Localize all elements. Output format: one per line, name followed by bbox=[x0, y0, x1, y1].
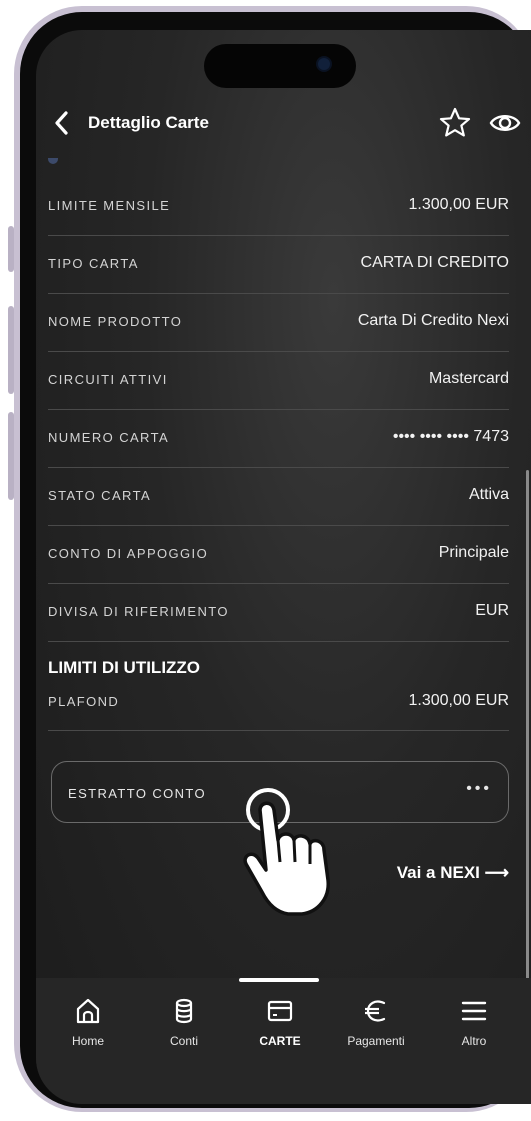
more-options-icon[interactable]: ••• bbox=[466, 780, 492, 798]
detail-value: Principale bbox=[438, 544, 509, 561]
detail-value: CARTA DI CREDITO bbox=[360, 254, 509, 271]
tab-label: Home bbox=[71, 1034, 104, 1048]
bottom-tab-bar: Home Conti CARTE Pagamenti Altro bbox=[36, 978, 531, 1104]
detail-row-tipo-carta: TIPO CARTA CARTA DI CREDITO bbox=[48, 236, 509, 294]
tab-label: Conti bbox=[169, 1034, 198, 1048]
camera-icon bbox=[318, 58, 330, 70]
detail-value: 1.300,00 EUR bbox=[408, 196, 509, 213]
dynamic-island bbox=[204, 44, 356, 88]
euro-icon bbox=[365, 1000, 386, 1022]
back-button[interactable] bbox=[50, 108, 76, 138]
card-details-list: LIMITE MENSILE 1.300,00 EUR TIPO CARTA C… bbox=[48, 178, 509, 642]
detail-row-nome-prodotto: NOME PRODOTTO Carta Di Credito Nexi bbox=[48, 294, 509, 352]
detail-row-limite-mensile: LIMITE MENSILE 1.300,00 EUR bbox=[48, 178, 509, 236]
detail-value: Mastercard bbox=[428, 370, 509, 387]
detail-value: Carta Di Credito Nexi bbox=[357, 312, 509, 329]
detail-label: DIVISA DI RIFERIMENTO bbox=[48, 604, 229, 619]
estratto-conto-label: ESTRATTO CONTO bbox=[68, 786, 207, 801]
section-title: LIMITI DI UTILIZZO bbox=[48, 658, 201, 677]
screen: Dettaglio Carte LIMITE MENSILE 1.300,00 … bbox=[36, 30, 531, 1104]
detail-value: •••• •••• •••• 7473 bbox=[392, 428, 509, 445]
carousel-indicator bbox=[48, 158, 58, 164]
menu-icon bbox=[461, 1001, 487, 1021]
detail-label: NUMERO CARTA bbox=[48, 430, 170, 445]
tab-label: CARTE bbox=[259, 1034, 301, 1048]
chevron-left-icon bbox=[55, 111, 68, 135]
tab-home[interactable]: Home bbox=[48, 996, 128, 1066]
tab-altro[interactable]: Altro bbox=[434, 996, 514, 1066]
nexi-link[interactable]: Vai a NEXI ⟶ bbox=[397, 863, 509, 883]
page-title: Dettaglio Carte bbox=[88, 113, 209, 132]
detail-row-conto-di-appoggio: CONTO DI APPOGGIO Principale bbox=[48, 526, 509, 584]
active-tab-indicator bbox=[239, 978, 319, 982]
side-button bbox=[8, 306, 14, 394]
tab-pagamenti[interactable]: Pagamenti bbox=[336, 996, 416, 1066]
detail-row-circuiti-attivi: CIRCUITI ATTIVI Mastercard bbox=[48, 352, 509, 410]
side-button bbox=[8, 226, 14, 272]
tab-label: Altro bbox=[461, 1034, 487, 1048]
detail-label: TIPO CARTA bbox=[48, 256, 139, 271]
detail-row-numero-carta: NUMERO CARTA •••• •••• •••• 7473 bbox=[48, 410, 509, 468]
tab-carte[interactable]: CARTE bbox=[240, 996, 320, 1066]
home-icon bbox=[76, 998, 100, 1024]
detail-row-stato-carta: STATO CARTA Attiva bbox=[48, 468, 509, 526]
visibility-button[interactable] bbox=[488, 108, 522, 138]
detail-label: NOME PRODOTTO bbox=[48, 314, 183, 329]
scrollbar[interactable] bbox=[526, 470, 529, 990]
detail-label: CIRCUITI ATTIVI bbox=[48, 372, 168, 387]
plafond-value: 1.300,00 EUR bbox=[408, 692, 509, 709]
header: Dettaglio Carte bbox=[36, 104, 531, 144]
limits-section: LIMITI DI UTILIZZO PLAFOND 1.300,00 EUR bbox=[48, 648, 509, 731]
eye-icon bbox=[489, 115, 521, 131]
tab-conti[interactable]: Conti bbox=[144, 996, 224, 1066]
tab-label: Pagamenti bbox=[347, 1034, 405, 1048]
detail-value: EUR bbox=[475, 602, 509, 619]
card-icon bbox=[267, 1000, 293, 1022]
detail-label: LIMITE MENSILE bbox=[48, 198, 171, 213]
detail-row-divisa-di-riferimento: DIVISA DI RIFERIMENTO EUR bbox=[48, 584, 509, 642]
side-button bbox=[8, 412, 14, 500]
database-icon bbox=[175, 998, 193, 1024]
detail-value: Attiva bbox=[468, 486, 509, 503]
plafond-label: PLAFOND bbox=[48, 694, 120, 709]
favorite-button[interactable] bbox=[438, 106, 472, 140]
star-icon bbox=[439, 107, 471, 137]
tap-hand-icon bbox=[243, 788, 330, 916]
detail-label: CONTO DI APPOGGIO bbox=[48, 546, 209, 561]
detail-label: STATO CARTA bbox=[48, 488, 152, 503]
